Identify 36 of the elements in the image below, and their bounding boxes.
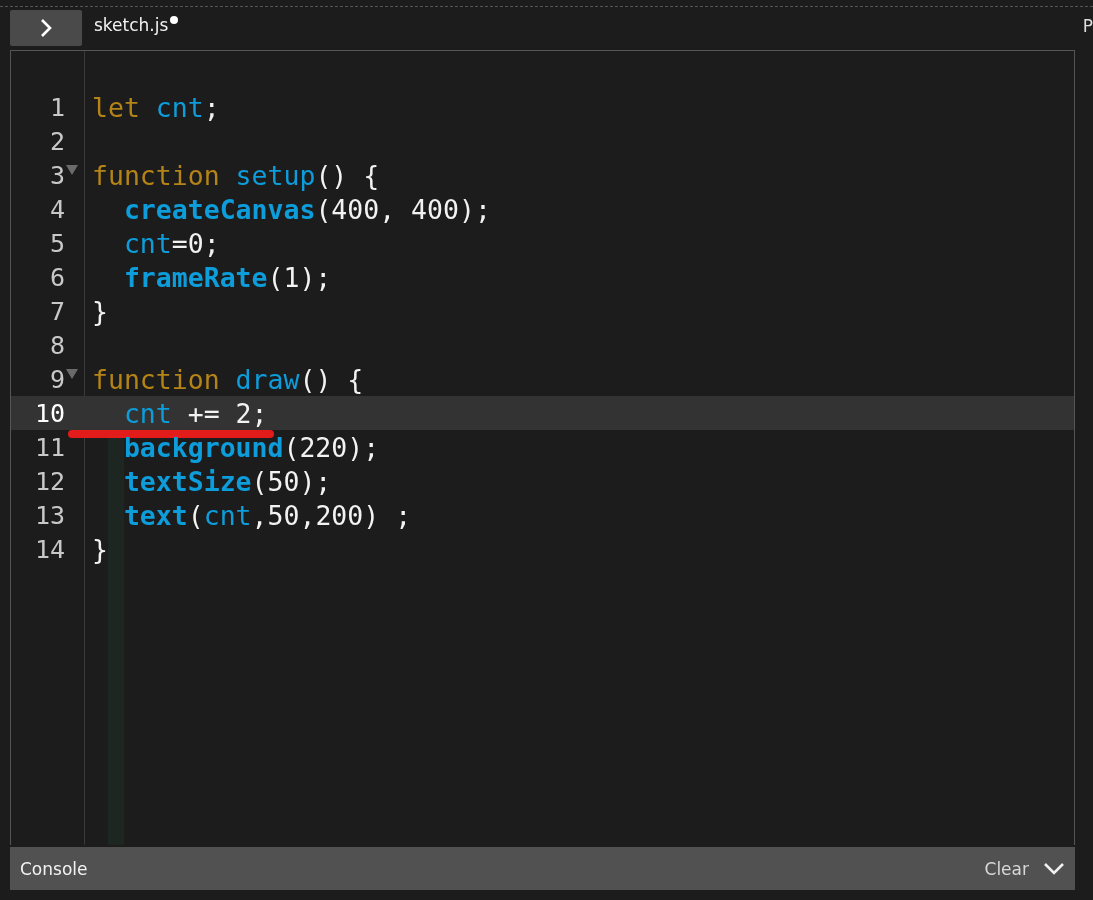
code-text: textSize(50); bbox=[122, 465, 332, 497]
chevron-down-icon[interactable] bbox=[1043, 861, 1065, 876]
code-text: let cnt; bbox=[92, 91, 220, 123]
code-editor[interactable]: 1 let cnt; 2 3 function setup() { 4 createCanvas(400, 400); 5 cnt=0; 6 frameRate(1); 7 } 8 9 function draw() { 10 cnt += 2; 11 background(220); 12 textSize(50); 13 text(cnt,50,200) ; 14 } bbox=[10, 50, 1075, 845]
console-title: Console bbox=[20, 858, 89, 879]
line-number: 8 bbox=[48, 330, 65, 360]
code-text: background(220); bbox=[122, 431, 380, 463]
code-text: cnt += 2; bbox=[92, 397, 268, 429]
line-number: 3 bbox=[48, 160, 65, 190]
code-text: } bbox=[92, 533, 108, 565]
line-number: 2 bbox=[48, 126, 65, 156]
clear-button[interactable]: Clear bbox=[984, 858, 1029, 879]
code-text: } bbox=[92, 295, 108, 327]
fold-triangle-icon[interactable] bbox=[66, 165, 78, 175]
code-text: function draw() { bbox=[92, 363, 364, 395]
cut-off-text: P bbox=[1082, 16, 1093, 36]
code-text: function setup() { bbox=[92, 159, 380, 191]
code-text: cnt=0; bbox=[122, 227, 220, 259]
line-number: 9 bbox=[48, 364, 65, 394]
file-tab[interactable]: sketch.js bbox=[94, 15, 169, 35]
line-number: 7 bbox=[48, 296, 65, 326]
line-number: 10 bbox=[33, 398, 65, 428]
fold-triangle-icon[interactable] bbox=[66, 369, 78, 379]
line-number: 11 bbox=[33, 432, 65, 462]
line-number: 1 bbox=[48, 92, 65, 122]
code-text: frameRate(1); bbox=[122, 261, 332, 293]
line-number: 4 bbox=[48, 194, 65, 224]
line-number: 6 bbox=[48, 262, 65, 292]
line-number: 13 bbox=[33, 500, 65, 530]
chevron-right-icon bbox=[39, 18, 53, 38]
line-number: 14 bbox=[33, 534, 65, 564]
code-text: createCanvas(400, 400); bbox=[122, 193, 491, 225]
line-number: 12 bbox=[33, 466, 65, 496]
expand-sidebar-button[interactable] bbox=[10, 10, 82, 46]
line-number: 5 bbox=[48, 228, 65, 258]
code-text: text(cnt,50,200) ; bbox=[122, 499, 412, 531]
